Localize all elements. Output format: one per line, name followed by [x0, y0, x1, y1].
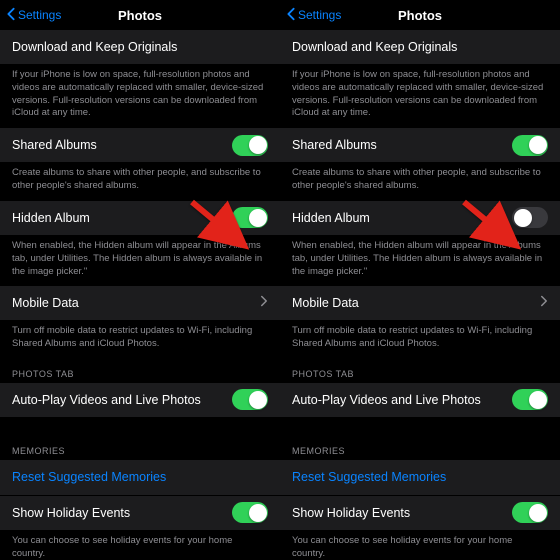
toggle-hidden-album[interactable] [232, 207, 268, 228]
desc-holiday: You can choose to see holiday events for… [0, 531, 280, 560]
toggle-knob [249, 136, 267, 154]
nav-header: Settings Photos [280, 0, 560, 30]
toggle-hidden-album[interactable] [512, 207, 548, 228]
row-label: Reset Suggested Memories [292, 470, 446, 484]
row-hidden-album[interactable]: Hidden Album [0, 201, 280, 236]
row-label: Hidden Album [12, 211, 90, 225]
row-reset-memories[interactable]: Reset Suggested Memories [280, 460, 560, 495]
back-button[interactable]: Settings [286, 7, 341, 24]
toggle-shared-albums[interactable] [512, 135, 548, 156]
row-reset-memories[interactable]: Reset Suggested Memories [0, 460, 280, 495]
toggle-shared-albums[interactable] [232, 135, 268, 156]
row-auto-play[interactable]: Auto-Play Videos and Live Photos [0, 383, 280, 418]
row-label: Show Holiday Events [292, 506, 410, 520]
row-shared-albums[interactable]: Shared Albums [280, 128, 560, 163]
chevron-left-icon [6, 7, 16, 24]
row-label: Hidden Album [292, 211, 370, 225]
toggle-auto-play[interactable] [232, 389, 268, 410]
row-holiday-events[interactable]: Show Holiday Events [280, 496, 560, 531]
toggle-holiday-events[interactable] [512, 502, 548, 523]
row-label: Reset Suggested Memories [12, 470, 166, 484]
row-label: Shared Albums [12, 138, 97, 152]
toggle-knob [529, 136, 547, 154]
phone-right: Settings Photos Download and Keep Origin… [280, 0, 560, 560]
toggle-knob [249, 504, 267, 522]
row-label: Shared Albums [292, 138, 377, 152]
page-title: Photos [398, 8, 442, 23]
row-label: Auto-Play Videos and Live Photos [292, 393, 481, 407]
chevron-right-icon [540, 294, 548, 312]
desc-download: If your iPhone is low on space, full-res… [0, 65, 280, 128]
desc-holiday: You can choose to see holiday events for… [280, 531, 560, 560]
section-memories: MEMORIES [0, 436, 280, 460]
section-memories: MEMORIES [280, 436, 560, 460]
toggle-knob [514, 209, 532, 227]
toggle-knob [529, 391, 547, 409]
row-shared-albums[interactable]: Shared Albums [0, 128, 280, 163]
toggle-holiday-events[interactable] [232, 502, 268, 523]
row-download-originals[interactable]: Download and Keep Originals [280, 30, 560, 65]
desc-mobile: Turn off mobile data to restrict updates… [0, 321, 280, 359]
spacer [0, 418, 280, 436]
toggle-knob [249, 209, 267, 227]
back-label: Settings [298, 8, 341, 22]
row-label: Auto-Play Videos and Live Photos [12, 393, 201, 407]
row-mobile-data[interactable]: Mobile Data [280, 286, 560, 321]
row-download-originals[interactable]: Download and Keep Originals [0, 30, 280, 65]
toggle-knob [249, 391, 267, 409]
desc-mobile: Turn off mobile data to restrict updates… [280, 321, 560, 359]
chevron-left-icon [286, 7, 296, 24]
toggle-knob [529, 504, 547, 522]
desc-download: If your iPhone is low on space, full-res… [280, 65, 560, 128]
row-label: Download and Keep Originals [12, 40, 177, 54]
row-label: Download and Keep Originals [292, 40, 457, 54]
row-auto-play[interactable]: Auto-Play Videos and Live Photos [280, 383, 560, 418]
toggle-auto-play[interactable] [512, 389, 548, 410]
row-label: Mobile Data [292, 296, 359, 310]
row-holiday-events[interactable]: Show Holiday Events [0, 496, 280, 531]
row-label: Mobile Data [12, 296, 79, 310]
desc-hidden: When enabled, the Hidden album will appe… [0, 236, 280, 286]
section-photos-tab: PHOTOS TAB [280, 359, 560, 383]
desc-shared: Create albums to share with other people… [0, 163, 280, 201]
row-mobile-data[interactable]: Mobile Data [0, 286, 280, 321]
desc-shared: Create albums to share with other people… [280, 163, 560, 201]
spacer [280, 418, 560, 436]
back-button[interactable]: Settings [6, 7, 61, 24]
row-label: Show Holiday Events [12, 506, 130, 520]
phone-left: Settings Photos Download and Keep Origin… [0, 0, 280, 560]
desc-hidden: When enabled, the Hidden album will appe… [280, 236, 560, 286]
page-title: Photos [118, 8, 162, 23]
back-label: Settings [18, 8, 61, 22]
row-hidden-album[interactable]: Hidden Album [280, 201, 560, 236]
chevron-right-icon [260, 294, 268, 312]
section-photos-tab: PHOTOS TAB [0, 359, 280, 383]
nav-header: Settings Photos [0, 0, 280, 30]
